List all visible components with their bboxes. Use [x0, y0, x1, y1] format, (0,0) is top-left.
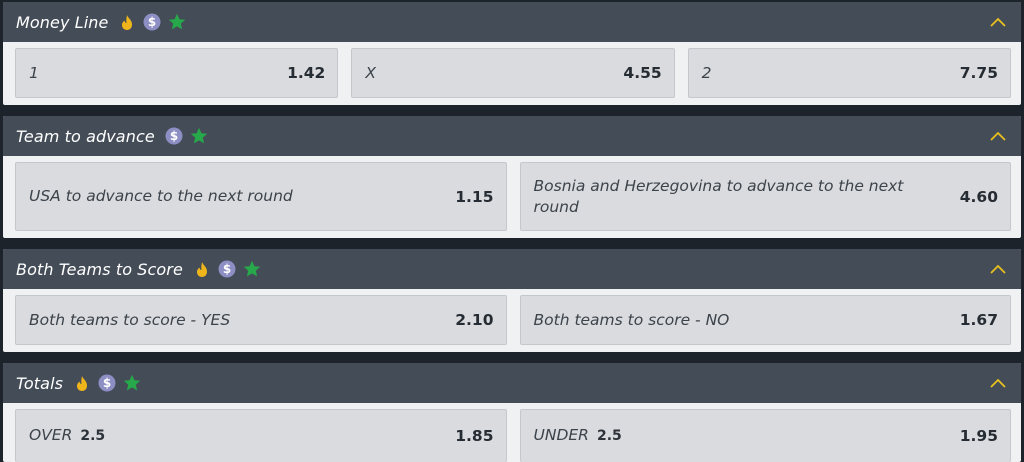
outcome-odds: 1.95 [959, 427, 998, 445]
market-money-line: Money Line $ 1 1.42 X 4.55 2 7.75 [3, 2, 1021, 105]
dollar-icon[interactable]: $ [98, 374, 116, 392]
market-outcomes: Both teams to score - YES 2.10 Both team… [3, 289, 1021, 352]
outcome-label: 1 [29, 63, 39, 82]
star-icon[interactable] [168, 13, 186, 31]
outcome-odds: 1.15 [455, 187, 494, 206]
outcome-odds: 1.42 [287, 64, 326, 82]
outcome-label: X [365, 63, 376, 82]
market-header[interactable]: Totals $ [3, 363, 1021, 403]
market-title: Team to advance [16, 126, 155, 146]
outcome-odds: 4.55 [623, 64, 662, 82]
svg-text:$: $ [170, 129, 178, 143]
market-title: Money Line [16, 12, 109, 32]
outcome-label: OVER 2.5 [29, 425, 105, 447]
outcome-button[interactable]: X 4.55 [351, 48, 675, 98]
market-title: Both Teams to Score [16, 259, 183, 279]
market-header[interactable]: Team to advance $ [3, 116, 1021, 156]
market-outcomes: OVER 2.5 1.85 UNDER 2.5 1.95 [3, 403, 1021, 462]
outcome-label: 2 [701, 63, 712, 82]
dollar-icon[interactable]: $ [218, 260, 236, 278]
market-totals: Totals $ OVER 2.5 1.85 UNDER 2.5 1.95 [3, 363, 1021, 462]
star-icon[interactable] [123, 374, 141, 392]
svg-text:$: $ [148, 15, 156, 29]
total-line: 2.5 [80, 428, 106, 444]
outcome-odds: 2.10 [455, 311, 494, 329]
outcome-label: Both teams to score - NO [533, 310, 730, 329]
outcome-label: UNDER 2.5 [534, 425, 622, 447]
market-both-teams-to-score: Both Teams to Score $ Both teams to scor… [3, 249, 1021, 352]
outcome-button[interactable]: OVER 2.5 1.85 [15, 409, 507, 462]
outcome-label: USA to advance to the next round [29, 187, 293, 205]
outcome-odds: 4.60 [959, 187, 998, 206]
market-team-to-advance: Team to advance $ USA to advance to the … [3, 116, 1021, 238]
fire-icon[interactable] [73, 374, 91, 392]
fire-icon[interactable] [193, 260, 211, 278]
outcome-side: OVER [29, 426, 73, 444]
market-header[interactable]: Both Teams to Score $ [3, 249, 1021, 289]
outcome-button[interactable]: 1 1.42 [15, 48, 339, 98]
market-title: Totals [16, 373, 64, 393]
outcome-button[interactable]: 2 7.75 [687, 48, 1011, 98]
outcome-side: UNDER [533, 426, 589, 444]
dollar-icon[interactable]: $ [165, 127, 183, 145]
dollar-icon[interactable]: $ [143, 13, 161, 31]
svg-text:$: $ [223, 262, 231, 276]
outcome-button[interactable]: Bosnia and Herzegovina to advance to the… [519, 162, 1011, 231]
outcome-button[interactable]: UNDER 2.5 1.95 [519, 409, 1011, 462]
outcome-odds: 7.75 [959, 64, 998, 82]
market-outcomes: USA to advance to the next round 1.15 Bo… [3, 156, 1021, 238]
outcome-label: Both teams to score - YES [29, 310, 231, 329]
market-outcomes: 1 1.42 X 4.55 2 7.75 [3, 42, 1021, 105]
star-icon[interactable] [190, 127, 208, 145]
outcome-odds: 1.85 [455, 427, 494, 445]
fire-icon[interactable] [118, 13, 136, 31]
outcome-button[interactable]: USA to advance to the next round 1.15 [15, 162, 507, 231]
outcome-label: Bosnia and Herzegovina to advance to the… [533, 176, 904, 216]
outcome-button[interactable]: Both teams to score - NO 1.67 [519, 295, 1011, 345]
chevron-up-icon[interactable] [989, 261, 1007, 277]
star-icon[interactable] [243, 260, 261, 278]
market-header[interactable]: Money Line $ [3, 2, 1021, 42]
outcome-button[interactable]: Both teams to score - YES 2.10 [15, 295, 507, 345]
svg-text:$: $ [103, 376, 111, 390]
outcome-odds: 1.67 [959, 311, 998, 329]
total-line: 2.5 [596, 428, 622, 444]
chevron-up-icon[interactable] [989, 128, 1007, 144]
chevron-up-icon[interactable] [989, 375, 1007, 391]
chevron-up-icon[interactable] [989, 14, 1007, 30]
